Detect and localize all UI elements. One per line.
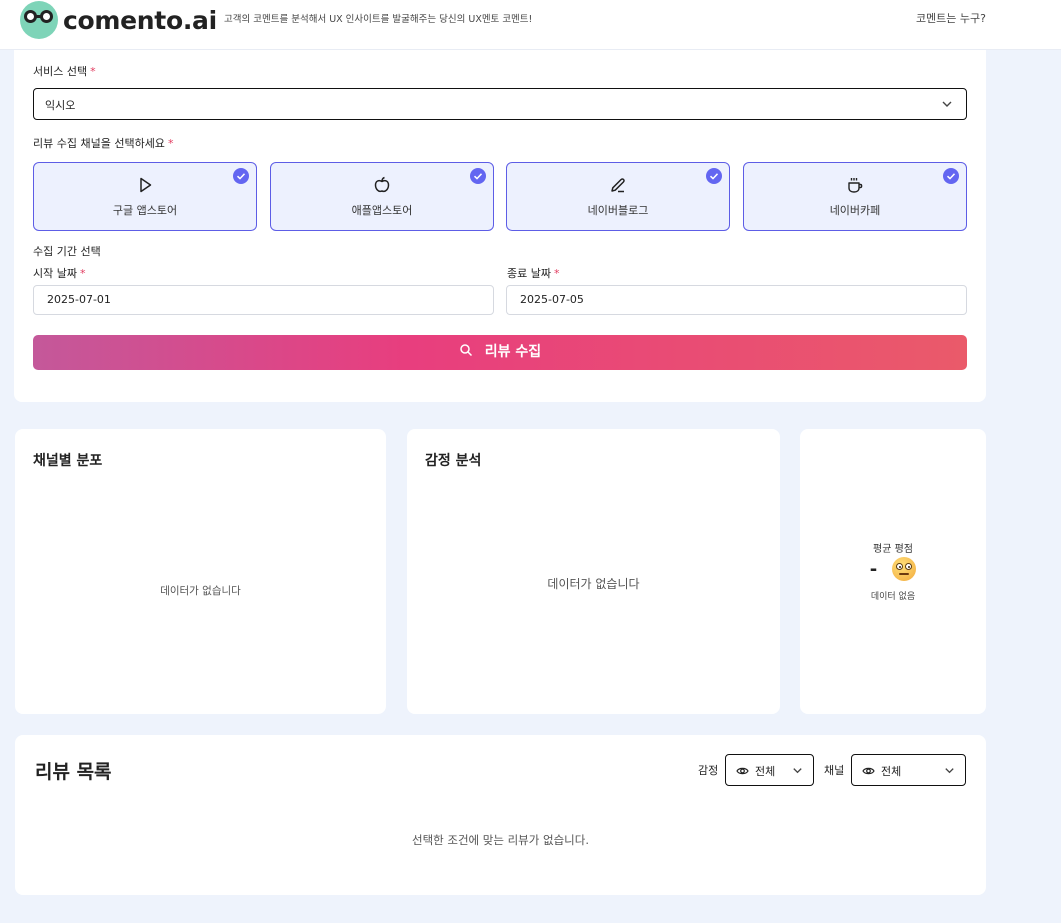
about-link[interactable]: 코멘트는 누구? [916, 10, 986, 26]
check-icon [706, 168, 722, 184]
channel-filter-value: 전체 [881, 765, 902, 778]
eye-icon [736, 767, 749, 775]
sentiment-title: 감정 분석 [425, 453, 482, 469]
sentiment-analysis-card: 감정 분석 데이터가 없습니다 [407, 429, 780, 714]
chevron-down-icon [942, 101, 952, 107]
rating-value: - [869, 558, 878, 580]
channel-label-naver-cafe: 네이버카페 [829, 204, 881, 217]
channel-card-naver-blog[interactable]: 네이버블로그 [506, 162, 730, 231]
collect-reviews-button[interactable]: 리뷰 수집 [33, 335, 967, 370]
logo[interactable]: comento.ai [20, 0, 217, 40]
channel-label: 리뷰 수집 채널을 선택하세요 * [33, 137, 174, 150]
end-date-input[interactable]: 2025-07-05 [506, 285, 967, 315]
end-date-label: 종료 날짜 * [507, 267, 560, 280]
chevron-down-icon [793, 768, 802, 774]
period-label: 수집 기간 선택 [33, 245, 101, 258]
review-list-card: 리뷰 목록 감정 전체 채널 전체 선택한 조건에 맞는 리뷰가 없습니다. [15, 735, 986, 895]
channel-filter-select[interactable]: 전체 [851, 754, 966, 786]
channel-card-apple[interactable]: 애플앱스토어 [270, 162, 494, 231]
play-icon [140, 177, 152, 193]
eye-icon [862, 767, 875, 775]
apple-icon [374, 176, 390, 193]
check-icon [943, 168, 959, 184]
channel-label-apple: 애플앱스토어 [351, 204, 413, 217]
start-date-label: 시작 날짜 * [33, 267, 86, 280]
average-rating-card: 평균 평점 - 데이터 없음 [800, 429, 986, 714]
sentiment-filter-select[interactable]: 전체 [725, 754, 814, 786]
collect-button-label: 리뷰 수집 [484, 344, 542, 360]
distribution-title: 채널별 분포 [33, 453, 103, 469]
sentiment-filter-label: 감정 [698, 764, 719, 777]
distribution-empty: 데이터가 없습니다 [160, 585, 241, 597]
channel-card-google[interactable]: 구글 앱스토어 [33, 162, 257, 231]
channel-card-naver-cafe[interactable]: 네이버카페 [743, 162, 967, 231]
channel-distribution-card: 채널별 분포 데이터가 없습니다 [15, 429, 386, 714]
channel-label-google: 구글 앱스토어 [112, 204, 178, 217]
rating-label: 평균 평점 [873, 544, 913, 555]
chevron-down-icon [945, 768, 954, 774]
channel-filter-label: 채널 [824, 764, 845, 777]
brand-name: comento.ai [63, 5, 217, 35]
search-icon [460, 344, 472, 357]
tagline: 고객의 코멘트를 분석해서 UX 인사이트를 발굴해주는 당신의 UX멘토 코멘… [224, 14, 533, 25]
service-select-value: 익시오 [45, 99, 76, 112]
coffee-icon [848, 178, 863, 193]
check-icon [470, 168, 486, 184]
top-header: comento.ai 고객의 코멘트를 분석해서 UX 인사이트를 발굴해주는 … [0, 0, 1061, 50]
start-date-input[interactable]: 2025-07-01 [33, 285, 494, 315]
pen-icon [611, 178, 625, 193]
rating-empty: 데이터 없음 [870, 592, 916, 602]
sentiment-filter-value: 전체 [755, 765, 776, 778]
collection-form: 서비스 선택 * 익시오 리뷰 수집 채널을 선택하세요 * 구글 앱스토어 애플앱… [14, 50, 986, 402]
check-icon [233, 168, 249, 184]
service-label: 서비스 선택 * [33, 65, 96, 78]
service-select[interactable]: 익시오 [33, 88, 967, 120]
channel-label-naver-blog: 네이버블로그 [587, 204, 649, 217]
review-list-title: 리뷰 목록 [35, 761, 112, 783]
review-list-empty: 선택한 조건에 맞는 리뷰가 없습니다. [412, 833, 589, 847]
neutral-face-icon [892, 557, 917, 581]
glasses-logo-icon [20, 1, 58, 39]
sentiment-empty: 데이터가 없습니다 [547, 577, 640, 591]
